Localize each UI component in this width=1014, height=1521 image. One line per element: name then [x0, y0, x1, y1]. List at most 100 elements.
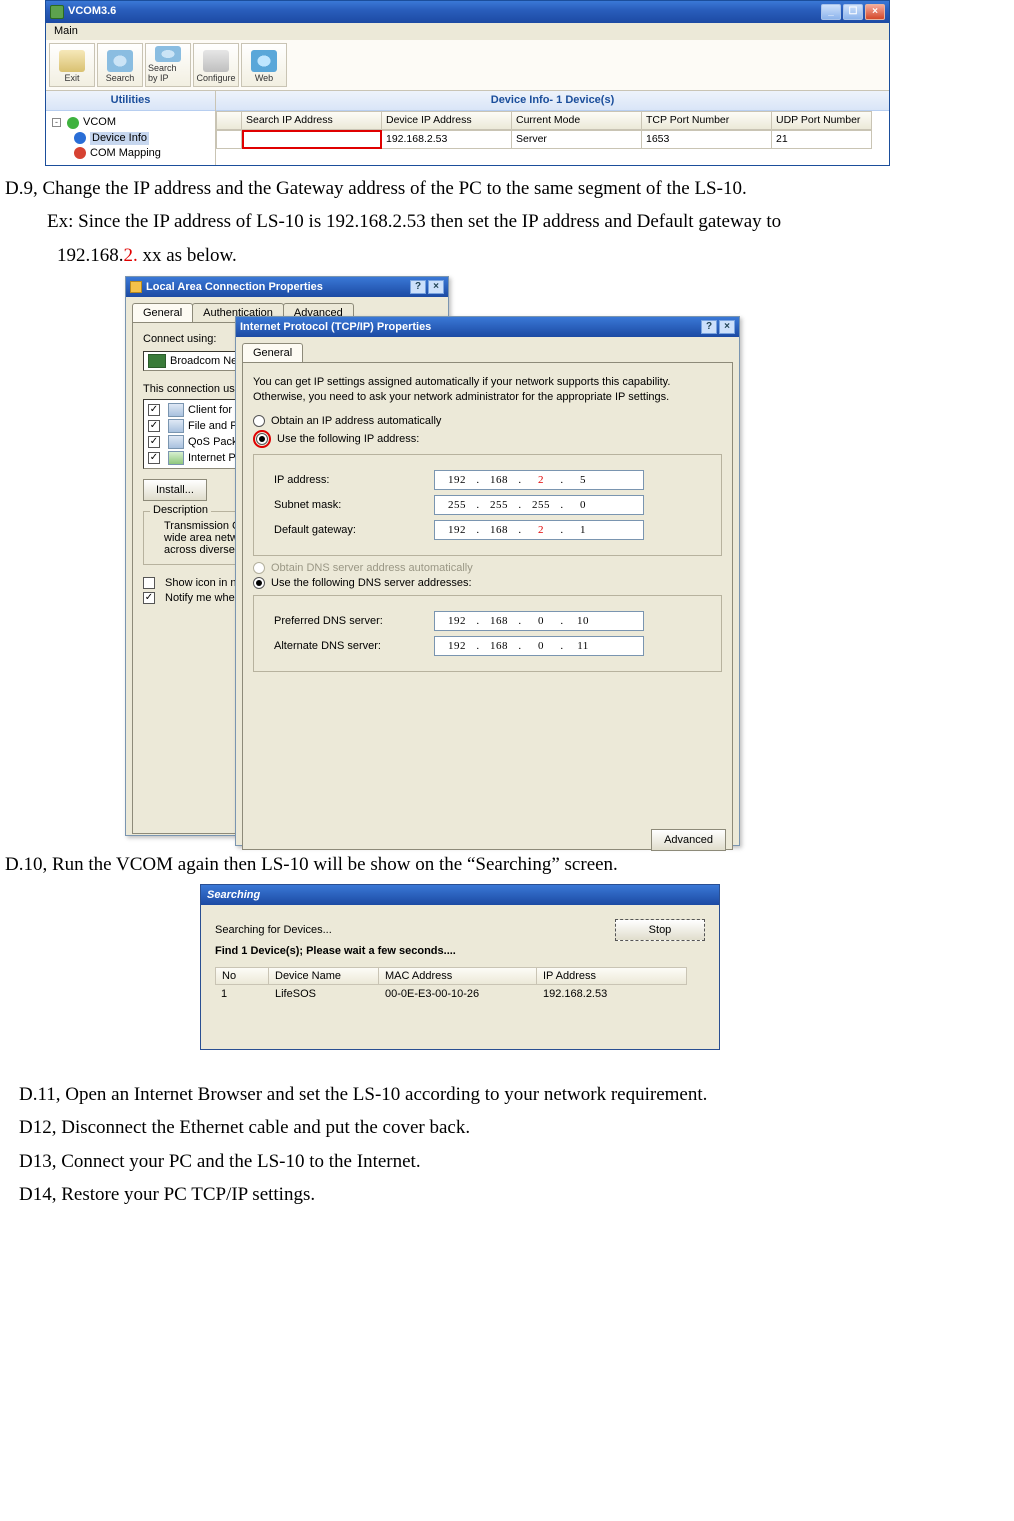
checkbox[interactable] [148, 420, 160, 432]
d14-line: D14, Restore your PC TCP/IP settings. [5, 1180, 1009, 1209]
utilities-header: Utilities [46, 91, 215, 111]
show-icon-checkbox[interactable] [143, 577, 155, 589]
toolbar-web-label: Web [255, 73, 273, 84]
radio-obtain-ip-label: Obtain an IP address automatically [271, 415, 441, 427]
component-icon [168, 403, 184, 417]
stop-button[interactable]: Stop [615, 919, 705, 941]
radio-obtain-ip[interactable] [253, 415, 265, 427]
dns-group: Preferred DNS server: 192.168.0.10 Alter… [253, 595, 722, 672]
menubar: Main [46, 23, 889, 40]
tree: -VCOM Device Info COM Mapping [46, 111, 215, 165]
tree-com-mapping[interactable]: COM Mapping [52, 146, 209, 161]
col-no[interactable]: No [215, 967, 269, 985]
table-row[interactable]: 1 LifeSOS 00-0E-E3-00-10-26 192.168.2.53 [215, 985, 705, 1003]
search-ip-icon [155, 46, 181, 61]
radio-use-ip-label: Use the following IP address: [277, 433, 419, 445]
cell-tcp-port: 1653 [642, 130, 772, 149]
alternate-dns-input[interactable]: 192.168.0.11 [434, 636, 644, 656]
app-icon [130, 281, 142, 293]
nic-icon [148, 354, 166, 368]
col-udp-port[interactable]: UDP Port Number [772, 111, 872, 130]
tree-root[interactable]: -VCOM [52, 115, 209, 130]
tab-general[interactable]: General [242, 343, 303, 362]
toolbar-search[interactable]: Search [97, 43, 143, 87]
toolbar-cfg-label: Configure [196, 73, 235, 84]
tree-device-info-label: Device Info [90, 132, 149, 145]
tree-root-label: VCOM [83, 116, 116, 129]
grid-row[interactable]: 192.168.2.53 Server 1653 21 [216, 130, 889, 149]
highlight-ring [253, 430, 271, 448]
preferred-dns-label: Preferred DNS server: [274, 615, 434, 627]
col-search-ip[interactable]: Search IP Address [242, 111, 382, 130]
component-icon [168, 419, 184, 433]
install-button[interactable]: Install... [143, 479, 207, 501]
search-icon [107, 50, 133, 72]
default-gateway-label: Default gateway: [274, 524, 434, 536]
radio-use-ip[interactable] [256, 433, 268, 445]
toolbar-search-label: Search [106, 73, 135, 84]
col-device-ip[interactable]: Device IP Address [382, 111, 512, 130]
toolbar-exit[interactable]: Exit [49, 43, 95, 87]
advanced-button[interactable]: Advanced [651, 829, 726, 851]
tab-general[interactable]: General [132, 303, 193, 322]
cell-current-mode: Server [512, 130, 642, 149]
col-ip-address[interactable]: IP Address [537, 967, 687, 985]
port-icon [74, 147, 86, 159]
window-title: VCOM3.6 [68, 5, 817, 18]
tcpip-blurb: You can get IP settings assigned automat… [253, 375, 722, 405]
col-device-name[interactable]: Device Name [269, 967, 379, 985]
app-icon [50, 5, 64, 19]
component-icon [168, 451, 184, 465]
subnet-mask-input[interactable]: 255.255.255.0 [434, 495, 644, 515]
toolbar-web[interactable]: Web [241, 43, 287, 87]
vcom-titlebar: VCOM3.6 _ ☐ × [46, 1, 889, 23]
radio-use-dns[interactable] [253, 577, 265, 589]
searching-message: Searching for Devices... [215, 924, 332, 936]
col-tcp-port[interactable]: TCP Port Number [642, 111, 772, 130]
close-button[interactable]: × [865, 4, 885, 20]
close-button[interactable]: × [428, 280, 444, 294]
d11-line: D.11, Open an Internet Browser and set t… [5, 1080, 1009, 1109]
ip-address-label: IP address: [274, 474, 434, 486]
alternate-dns-label: Alternate DNS server: [274, 640, 434, 652]
checkbox[interactable] [148, 404, 160, 416]
exit-icon [59, 50, 85, 72]
subnet-mask-label: Subnet mask: [274, 499, 434, 511]
configure-icon [203, 50, 229, 72]
tcpip-title: Internet Protocol (TCP/IP) Properties [240, 321, 431, 333]
minimize-button[interactable]: _ [821, 4, 841, 20]
help-button[interactable]: ? [701, 320, 717, 334]
close-button[interactable]: × [719, 320, 735, 334]
tcpip-properties-dialog: Internet Protocol (TCP/IP) Properties?× … [235, 316, 740, 846]
checkbox[interactable] [148, 452, 160, 464]
col-mac-address[interactable]: MAC Address [379, 967, 537, 985]
cell-udp-port: 21 [772, 130, 872, 149]
toolbar-search-by-ip[interactable]: Search by IP [145, 43, 191, 87]
toolbar: Exit Search Search by IP Configure Web [46, 40, 889, 91]
d9-line2: Ex: Since the IP address of LS-10 is 192… [5, 207, 1009, 236]
notify-checkbox[interactable] [143, 592, 155, 604]
radio-use-dns-label: Use the following DNS server addresses: [271, 577, 472, 589]
help-button[interactable]: ? [410, 280, 426, 294]
default-gateway-input[interactable]: 192.168.2.1 [434, 520, 644, 540]
toolbar-configure[interactable]: Configure [193, 43, 239, 87]
cell-mac: 00-0E-E3-00-10-26 [379, 985, 537, 1003]
cell-device-name: LifeSOS [269, 985, 379, 1003]
d9-line1: D.9, Change the IP address and the Gatew… [5, 174, 1009, 203]
menu-main[interactable]: Main [54, 25, 78, 37]
d9-line3: 192.168.2. xx as below. [5, 241, 1009, 270]
toolbar-sip-label: Search by IP [148, 63, 188, 85]
ip-group: IP address: 192.168.2.5 Subnet mask: 255… [253, 454, 722, 556]
maximize-button[interactable]: ☐ [843, 4, 863, 20]
col-current-mode[interactable]: Current Mode [512, 111, 642, 130]
searching-title: Searching [207, 889, 260, 901]
grid-header: Search IP Address Device IP Address Curr… [216, 111, 889, 130]
preferred-dns-input[interactable]: 192.168.0.10 [434, 611, 644, 631]
toolbar-exit-label: Exit [64, 73, 79, 84]
checkbox[interactable] [148, 436, 160, 448]
vcom-window: VCOM3.6 _ ☐ × Main Exit Search Search by… [45, 0, 890, 166]
globe-icon [74, 132, 86, 144]
tree-device-info[interactable]: Device Info [52, 131, 209, 146]
ip-address-input[interactable]: 192.168.2.5 [434, 470, 644, 490]
lan-title: Local Area Connection Properties [146, 281, 323, 293]
